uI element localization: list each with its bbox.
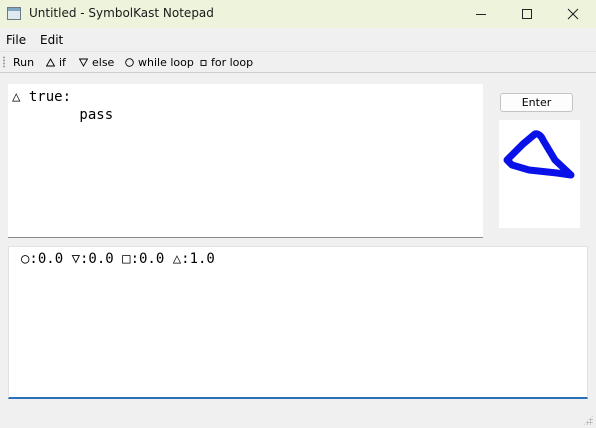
maximize-button[interactable] <box>504 0 550 28</box>
square-icon <box>200 59 207 66</box>
for-loop-label: for loop <box>211 55 254 69</box>
enter-button[interactable]: Enter <box>500 93 573 112</box>
drawn-stroke <box>503 130 575 179</box>
resize-grip-icon[interactable] <box>583 415 593 425</box>
triangle-up-icon <box>46 57 55 66</box>
menu-bar: File Edit <box>0 30 596 50</box>
toolbar-divider <box>0 72 596 73</box>
drawn-triangle-icon <box>503 130 575 179</box>
app-icon <box>7 7 21 20</box>
close-icon <box>567 8 579 20</box>
if-label: if <box>59 55 66 69</box>
triangle-down-icon <box>79 58 88 67</box>
menu-edit[interactable]: Edit <box>40 33 63 47</box>
status-bar <box>0 402 596 428</box>
minimize-button[interactable] <box>458 0 504 28</box>
toolbar: Run if else while loop for loop <box>0 52 596 72</box>
minimize-icon <box>476 14 486 15</box>
while-loop-label: while loop <box>138 55 194 69</box>
code-text: △ true: pass <box>12 89 114 123</box>
window-title: Untitled - SymbolKast Notepad <box>29 6 214 20</box>
output-console[interactable]: ○:0.0 ▽:0.0 □:0.0 △:1.0 <box>8 246 588 399</box>
for-loop-button[interactable]: for loop <box>200 54 253 70</box>
if-button[interactable]: if <box>46 54 66 70</box>
else-label: else <box>92 55 115 69</box>
toolbar-grip-icon[interactable] <box>3 56 5 68</box>
else-button[interactable]: else <box>79 54 114 70</box>
code-editor[interactable]: △ true: pass <box>8 84 483 238</box>
console-output: ○:0.0 ▽:0.0 □:0.0 △:1.0 <box>21 251 215 267</box>
maximize-icon <box>522 9 532 19</box>
run-label: Run <box>13 55 35 69</box>
close-button[interactable] <box>550 0 596 28</box>
drawing-canvas[interactable] <box>499 120 580 228</box>
menu-file[interactable]: File <box>6 33 26 47</box>
title-bar: Untitled - SymbolKast Notepad <box>0 0 596 28</box>
while-loop-button[interactable]: while loop <box>125 54 194 70</box>
run-button[interactable]: Run <box>13 54 34 70</box>
circle-icon <box>125 57 134 67</box>
